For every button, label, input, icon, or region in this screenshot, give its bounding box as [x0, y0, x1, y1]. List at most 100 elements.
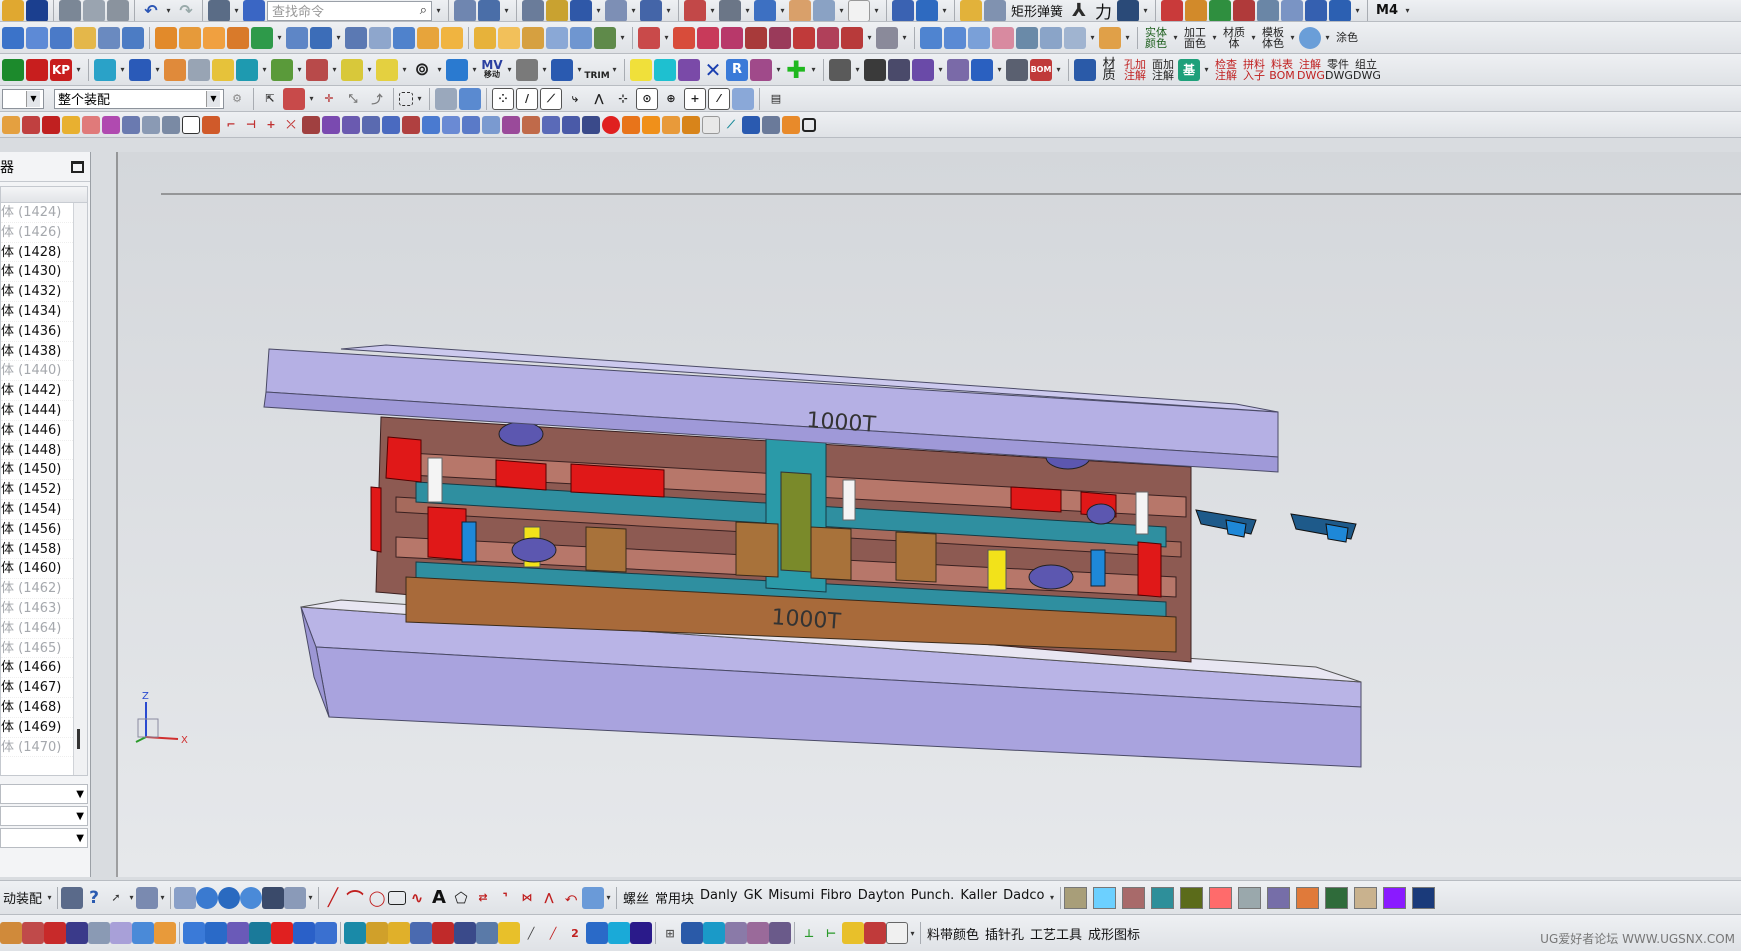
panel-section-3[interactable]: ▼ — [0, 828, 88, 848]
blue-rect-icon[interactable] — [681, 922, 703, 944]
green-punch-icon[interactable] — [251, 26, 273, 49]
stacked-icon[interactable] — [594, 26, 616, 49]
cup-icon[interactable] — [441, 26, 463, 49]
vendor-item[interactable]: Fibro — [817, 888, 854, 907]
sketch-curve-icon[interactable] — [202, 115, 220, 134]
curve-icon[interactable] — [478, 0, 500, 21]
surface-icon[interactable] — [920, 26, 942, 49]
sketch-lock-icon[interactable] — [302, 115, 320, 134]
wcs-icon[interactable] — [546, 0, 568, 21]
red-pen-icon[interactable]: ╱ — [542, 922, 564, 944]
bend-tool-icon[interactable]: ⤺ — [560, 887, 582, 909]
fold-tool-icon[interactable]: ⋀ — [538, 887, 560, 909]
calculator-dropdown-icon[interactable]: ▾ — [1141, 0, 1150, 21]
face-note-button[interactable]: 面加 注解 — [1150, 59, 1176, 81]
teal-line-icon[interactable]: ⟋ — [722, 116, 740, 134]
help-icon[interactable]: ? — [83, 887, 105, 909]
red-bar-icon[interactable] — [271, 922, 293, 944]
orient-icon[interactable] — [570, 0, 592, 21]
spring-icon[interactable] — [984, 0, 1006, 21]
arrow-curve-icon[interactable] — [516, 58, 538, 81]
cube-view-icon[interactable] — [754, 0, 776, 21]
table-icon[interactable] — [454, 0, 476, 21]
color-swatch[interactable] — [1121, 886, 1145, 909]
rectangular-spring-label[interactable]: 矩形弹簧 — [1008, 1, 1066, 20]
sketch-dims-icon[interactable] — [342, 115, 360, 134]
box-select-icon[interactable] — [399, 91, 413, 106]
spring-coil-icon[interactable] — [454, 922, 476, 944]
orange-stack-icon[interactable] — [662, 115, 680, 134]
text-a-icon[interactable] — [1305, 0, 1328, 21]
grey-box-icon[interactable] — [876, 26, 898, 49]
yellow-boxes-icon[interactable] — [498, 922, 520, 944]
book-icon[interactable] — [286, 26, 308, 49]
color-swatch[interactable] — [1150, 886, 1174, 909]
layers-stack-icon[interactable] — [1074, 58, 1096, 81]
target-square-icon[interactable] — [129, 58, 151, 81]
i-beam-icon[interactable] — [26, 58, 48, 81]
nodes-2-icon[interactable] — [388, 922, 410, 944]
orange-diamond-icon[interactable] — [622, 115, 640, 134]
mirror-box-icon[interactable] — [817, 26, 839, 49]
offset-icon[interactable]: ⇄ — [472, 887, 494, 909]
maximize-icon[interactable] — [71, 160, 84, 173]
grid-outline-icon[interactable]: ⊞ — [659, 922, 681, 944]
pliers-icon[interactable] — [410, 922, 432, 944]
multi-grid-icon[interactable] — [66, 922, 88, 944]
blue-scoop-icon[interactable] — [293, 922, 315, 944]
blend-dropdown-icon[interactable]: ▾ — [1088, 27, 1097, 49]
color-swatch[interactable] — [1063, 886, 1087, 909]
keyboard-icon[interactable] — [886, 922, 908, 944]
select-hook-icon[interactable]: ⤴ — [366, 88, 388, 110]
sketch-cross-icon[interactable]: + — [262, 116, 280, 134]
grey-house-icon[interactable] — [188, 58, 210, 81]
mirror-dropdown-icon[interactable]: ▾ — [575, 59, 584, 81]
box-icon[interactable] — [393, 26, 415, 49]
trim-dropdown-icon[interactable]: ▾ — [610, 59, 619, 81]
snap-face-point-icon[interactable] — [732, 87, 754, 110]
template-body-dropdown-icon[interactable]: ▾ — [1288, 27, 1297, 49]
open-icon[interactable] — [2, 0, 24, 21]
sketch-table-icon[interactable] — [182, 115, 200, 134]
stacked-dropdown-icon[interactable]: ▾ — [618, 27, 627, 49]
blend-icon[interactable] — [1064, 26, 1086, 49]
mv-move-icon[interactable]: MV 移动 — [481, 59, 503, 81]
paint-bucket-icon[interactable] — [1329, 0, 1352, 21]
select-cross-icon[interactable]: ✛ — [318, 88, 340, 110]
purple-block-icon[interactable] — [630, 922, 652, 944]
sketch-layer-icon[interactable] — [142, 115, 160, 134]
copy-part-icon[interactable] — [750, 58, 772, 81]
select-feature-dropdown-icon[interactable]: ▾ — [307, 88, 316, 110]
blue-tools-dropdown-icon[interactable]: ▾ — [995, 59, 1004, 81]
layers-dropdown-icon[interactable]: ▾ — [232, 0, 241, 21]
grey-cube-icon[interactable] — [88, 922, 110, 944]
material-body-button[interactable]: 材质 体 — [1221, 27, 1247, 49]
spring-green-icon[interactable] — [271, 58, 293, 81]
snap-tangent-icon[interactable]: ⁄ — [708, 87, 730, 110]
cross-box-icon[interactable] — [697, 26, 719, 49]
bottom-text-button[interactable]: 成形图标 — [1085, 924, 1143, 943]
sketch-link-icon[interactable] — [102, 115, 120, 134]
die-assembly-model[interactable]: 1000T 1000T Z X — [116, 152, 1741, 877]
spreadsheet-icon[interactable] — [61, 886, 84, 909]
red-cube-dropdown-icon[interactable]: ▾ — [662, 27, 671, 49]
gears-icon[interactable] — [725, 922, 747, 944]
paint-brush-dropdown-icon[interactable]: ▾ — [1123, 27, 1132, 49]
circle-icon[interactable]: ◯ — [366, 887, 388, 909]
cursor-dropdown-icon[interactable]: ▾ — [127, 887, 136, 909]
sketch-red-box-icon[interactable] — [42, 115, 60, 134]
r-icon[interactable]: R — [726, 58, 748, 81]
cyan-cup-icon[interactable] — [608, 922, 630, 944]
corner-tool-icon[interactable]: ⌝ — [494, 887, 516, 909]
part-dwg-button[interactable]: 零件 DWG — [1325, 59, 1353, 81]
layered-plate-icon[interactable] — [122, 26, 144, 49]
hole-note-button[interactable]: 孔加 注解 — [1122, 59, 1148, 81]
gold-stack-icon[interactable] — [842, 922, 864, 944]
bucket-icon[interactable] — [947, 58, 969, 81]
assembly-dropdown-icon[interactable]: ▾ — [940, 0, 949, 21]
sketch-arc-icon[interactable]: ⌐ — [222, 116, 240, 134]
orange-cube-icon[interactable] — [154, 922, 176, 944]
snap-curve-icon[interactable]: ⤷ — [564, 88, 586, 110]
swirl-dropdown-icon[interactable]: ▾ — [435, 59, 444, 81]
blue-can-dropdown-icon[interactable]: ▾ — [604, 887, 613, 909]
